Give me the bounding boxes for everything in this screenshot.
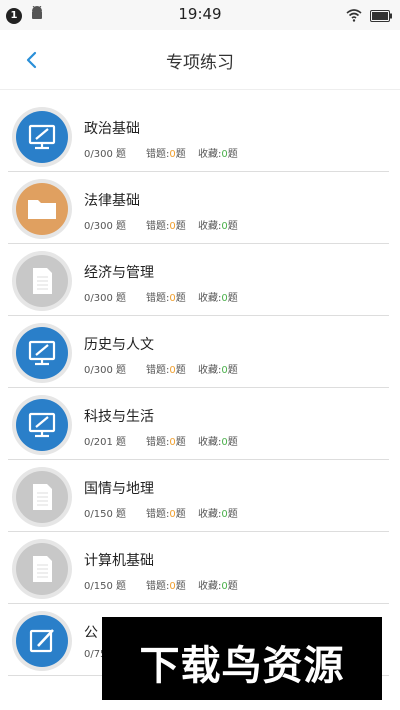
monitor-pen-icon	[16, 399, 68, 451]
edit-icon	[16, 615, 68, 667]
item-favorites: 收藏:0题	[198, 433, 238, 448]
unit-label: 题	[175, 149, 186, 160]
item-errors: 错题:0题	[146, 505, 186, 520]
list-item[interactable]: 经济与管理 0/300 题 错题:0题 收藏:0题	[8, 244, 389, 316]
monitor-pen-icon	[16, 327, 68, 379]
item-progress: 0/150 题	[84, 509, 126, 520]
icon-wrap	[12, 179, 72, 239]
list-item[interactable]: 科技与生活 0/201 题 错题:0题 收藏:0题	[8, 388, 389, 460]
item-errors: 错题:0题	[146, 289, 186, 304]
favorites-label: 收藏:	[198, 581, 222, 592]
item-title: 计算机基础	[84, 553, 154, 569]
document-icon	[16, 471, 68, 523]
icon-wrap	[12, 539, 72, 599]
unit-label: 题	[227, 437, 238, 448]
icon-wrap	[12, 251, 72, 311]
errors-label: 错题:	[146, 149, 170, 160]
item-favorites: 收藏:0题	[198, 505, 238, 520]
item-progress: 0/300 题	[84, 293, 126, 304]
unit-label: 题	[227, 221, 238, 232]
watermark-text: 下载鸟资源	[139, 643, 345, 689]
monitor-pen-icon	[16, 111, 68, 163]
errors-label: 错题:	[146, 509, 170, 520]
document-icon	[16, 543, 68, 595]
errors-label: 错题:	[146, 221, 170, 232]
item-title: 政治基础	[84, 121, 140, 137]
list-item[interactable]: 政治基础 0/300 题 错题:0题 收藏:0题	[8, 100, 389, 172]
item-errors: 错题:0题	[146, 217, 186, 232]
status-bar: 1 19:49	[0, 0, 400, 30]
navigation-bar: 专项练习	[0, 30, 400, 90]
favorites-label: 收藏:	[198, 221, 222, 232]
status-right	[346, 7, 392, 26]
item-errors: 错题:0题	[146, 433, 186, 448]
favorites-label: 收藏:	[198, 293, 222, 304]
unit-label: 题	[227, 293, 238, 304]
errors-label: 错题:	[146, 437, 170, 448]
list-item[interactable]: 国情与地理 0/150 题 错题:0题 收藏:0题	[8, 460, 389, 532]
favorites-label: 收藏:	[198, 365, 222, 376]
wifi-icon	[346, 7, 362, 26]
unit-label: 题	[227, 365, 238, 376]
item-title: 公	[84, 625, 98, 641]
unit-label: 题	[175, 293, 186, 304]
errors-label: 错题:	[146, 365, 170, 376]
item-progress: 0/300 题	[84, 149, 126, 160]
item-favorites: 收藏:0题	[198, 577, 238, 592]
errors-label: 错题:	[146, 293, 170, 304]
list-item[interactable]: 法律基础 0/300 题 错题:0题 收藏:0题	[8, 172, 389, 244]
list-item[interactable]: 计算机基础 0/150 题 错题:0题 收藏:0题	[8, 532, 389, 604]
favorites-label: 收藏:	[198, 437, 222, 448]
unit-label: 题	[175, 437, 186, 448]
practice-list: 政治基础 0/300 题 错题:0题 收藏:0题 法律基础 0/300 题 错题…	[0, 100, 400, 676]
item-progress: 0/150 题	[84, 581, 126, 592]
favorites-label: 收藏:	[198, 509, 222, 520]
item-progress: 0/300 题	[84, 221, 126, 232]
item-errors: 错题:0题	[146, 577, 186, 592]
unit-label: 题	[175, 365, 186, 376]
item-title: 国情与地理	[84, 481, 154, 497]
list-item[interactable]: 历史与人文 0/300 题 错题:0题 收藏:0题	[8, 316, 389, 388]
folder-icon	[16, 183, 68, 235]
icon-wrap	[12, 611, 72, 671]
icon-wrap	[12, 395, 72, 455]
item-progress: 0/300 题	[84, 365, 126, 376]
item-progress: 0/201 题	[84, 437, 126, 448]
unit-label: 题	[175, 221, 186, 232]
item-title: 法律基础	[84, 193, 140, 209]
errors-label: 错题:	[146, 581, 170, 592]
icon-wrap	[12, 323, 72, 383]
item-favorites: 收藏:0题	[198, 145, 238, 160]
item-title: 经济与管理	[84, 265, 154, 281]
item-favorites: 收藏:0题	[198, 289, 238, 304]
unit-label: 题	[227, 509, 238, 520]
item-errors: 错题:0题	[146, 361, 186, 376]
item-favorites: 收藏:0题	[198, 361, 238, 376]
unit-label: 题	[227, 581, 238, 592]
unit-label: 题	[175, 581, 186, 592]
item-favorites: 收藏:0题	[198, 217, 238, 232]
watermark-banner: 下载鸟资源	[102, 617, 382, 700]
item-title: 科技与生活	[84, 409, 154, 425]
unit-label: 题	[227, 149, 238, 160]
item-title: 历史与人文	[84, 337, 154, 353]
item-errors: 错题:0题	[146, 145, 186, 160]
battery-icon	[370, 7, 392, 26]
page-title: 专项练习	[166, 53, 234, 73]
status-time: 19:49	[178, 5, 222, 23]
icon-wrap	[12, 107, 72, 167]
document-icon	[16, 255, 68, 307]
icon-wrap	[12, 467, 72, 527]
favorites-label: 收藏:	[198, 149, 222, 160]
unit-label: 题	[175, 509, 186, 520]
